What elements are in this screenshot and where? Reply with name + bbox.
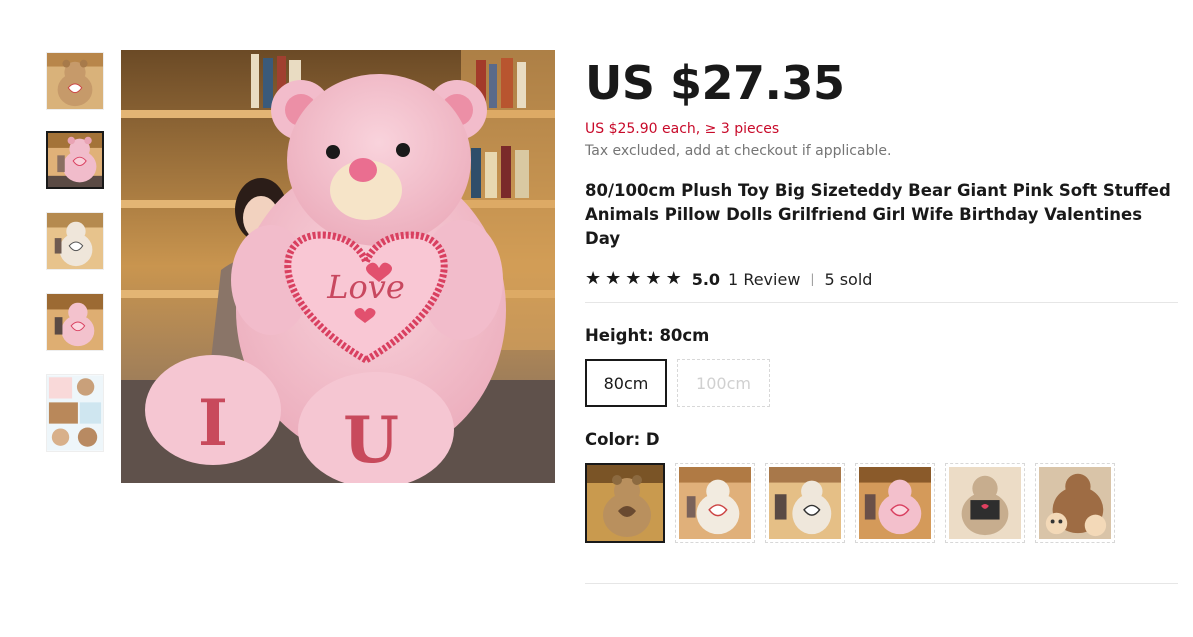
thumbnail-1[interactable] [46,52,104,110]
white-bear-girl-swatch-image [769,467,841,539]
color-swatch-grey-bear[interactable] [945,463,1025,543]
separator: | [810,272,815,286]
color-swatch-white-bear[interactable] [675,463,755,543]
white-bear-swatch-image [679,467,751,539]
star-icon: ★ [585,268,602,289]
thumbnail-2[interactable] [46,131,104,189]
right-paw-letter: U [343,403,399,478]
color-swatch-brown-bear-emoji[interactable] [1035,463,1115,543]
product-info: US $27.35 US $25.90 each, ≥ 3 pieces Tax… [585,60,1178,291]
sold-count: 5 sold [824,269,873,289]
star-icon: ★ [605,268,622,289]
product-title: 80/100cm Plush Toy Big Sizeteddy Bear Gi… [585,181,1171,248]
rating-row: ★ ★ ★ ★ ★ 5.0 1 Review | 5 sold [585,267,1178,291]
bear-photo-thumbnail [47,53,103,109]
color-swatch-white-bear-girl[interactable] [765,463,845,543]
reviews-link[interactable]: 1 Review [728,270,800,289]
height-label: Height: 80cm [585,326,710,345]
rating-score: 5.0 [691,269,721,289]
grey-bear-swatch-image [949,467,1021,539]
star-icon: ★ [625,268,642,289]
bulk-price: US $25.90 each, ≥ 3 pieces [585,121,780,137]
star-icon: ★ [665,268,682,289]
divider [585,583,1178,584]
thumbnail-5[interactable] [46,374,104,452]
main-product-image[interactable]: Love I U [121,50,555,483]
color-label: Color: D [585,430,660,449]
pink-teddy-bear-photo: Love I U [121,50,555,483]
height-option-100cm[interactable]: 100cm [677,359,770,407]
tax-note: Tax excluded, add at checkout if applica… [585,143,892,159]
brown-bear-emoji-swatch-image [1039,467,1111,539]
pink-bear-girl-thumbnail [47,294,103,350]
brown-bear-swatch-image [587,465,663,541]
star-rating: ★ ★ ★ ★ ★ [585,270,682,288]
pink-bear-swatch-image [859,467,931,539]
thumbnail-4[interactable] [46,293,104,351]
height-option-80cm[interactable]: 80cm [585,359,667,407]
thumbnail-3[interactable] [46,212,104,270]
color-swatch-pink-bear[interactable] [855,463,935,543]
star-icon: ★ [645,268,662,289]
pink-bear-thumbnail [48,133,102,187]
size-collage-thumbnail [47,375,103,451]
product-price: US $27.35 [585,56,845,110]
divider [585,302,1178,303]
white-bear-thumbnail [47,213,103,269]
color-swatch-brown-bear[interactable] [585,463,665,543]
heart-love-text: Love [326,268,405,306]
left-paw-letter: I [198,386,228,461]
